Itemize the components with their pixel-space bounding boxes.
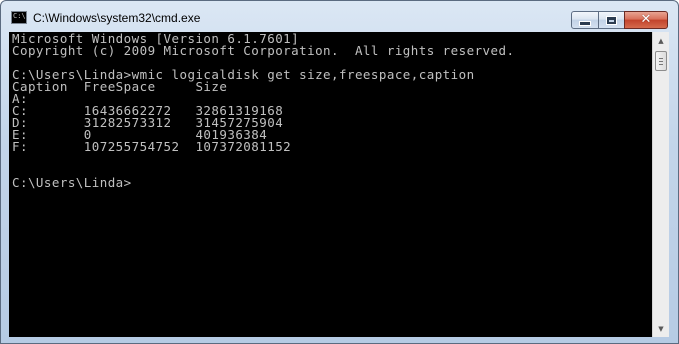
title-bar[interactable]: C:\ C:\Windows\system32\cmd.exe ✕ — [1, 1, 678, 31]
console-output-area[interactable]: Microsoft Windows [Version 6.1.7601] Cop… — [9, 32, 652, 337]
scroll-down-arrow-icon[interactable]: ▼ — [653, 320, 669, 337]
close-button[interactable]: ✕ — [624, 11, 668, 29]
console-line: C:\Users\Linda> — [12, 175, 132, 190]
cmd-console-icon[interactable]: C:\ — [11, 11, 27, 24]
maximize-button[interactable] — [598, 11, 625, 29]
console-line: Copyright (c) 2009 Microsoft Corporation… — [12, 43, 515, 58]
window-title: C:\Windows\system32\cmd.exe — [33, 11, 201, 25]
cmd-icon-label: C:\ — [13, 12, 26, 20]
console-line: F: 107255754752 107372081152 — [12, 139, 292, 154]
close-icon: ✕ — [640, 12, 652, 27]
grip-icon — [659, 58, 663, 65]
scroll-up-arrow-icon[interactable]: ▲ — [653, 32, 669, 49]
minimize-button[interactable] — [571, 11, 599, 29]
maximize-icon — [606, 15, 617, 25]
console-text: Microsoft Windows [Version 6.1.7601] Cop… — [9, 32, 652, 189]
console-line: Caption FreeSpace Size — [12, 79, 228, 94]
scrollbar-thumb[interactable] — [655, 51, 667, 71]
minimize-icon — [579, 20, 591, 26]
vertical-scrollbar[interactable]: ▲ ▼ — [652, 32, 669, 337]
cmd-window: C:\ C:\Windows\system32\cmd.exe ✕ Micros… — [0, 0, 679, 344]
